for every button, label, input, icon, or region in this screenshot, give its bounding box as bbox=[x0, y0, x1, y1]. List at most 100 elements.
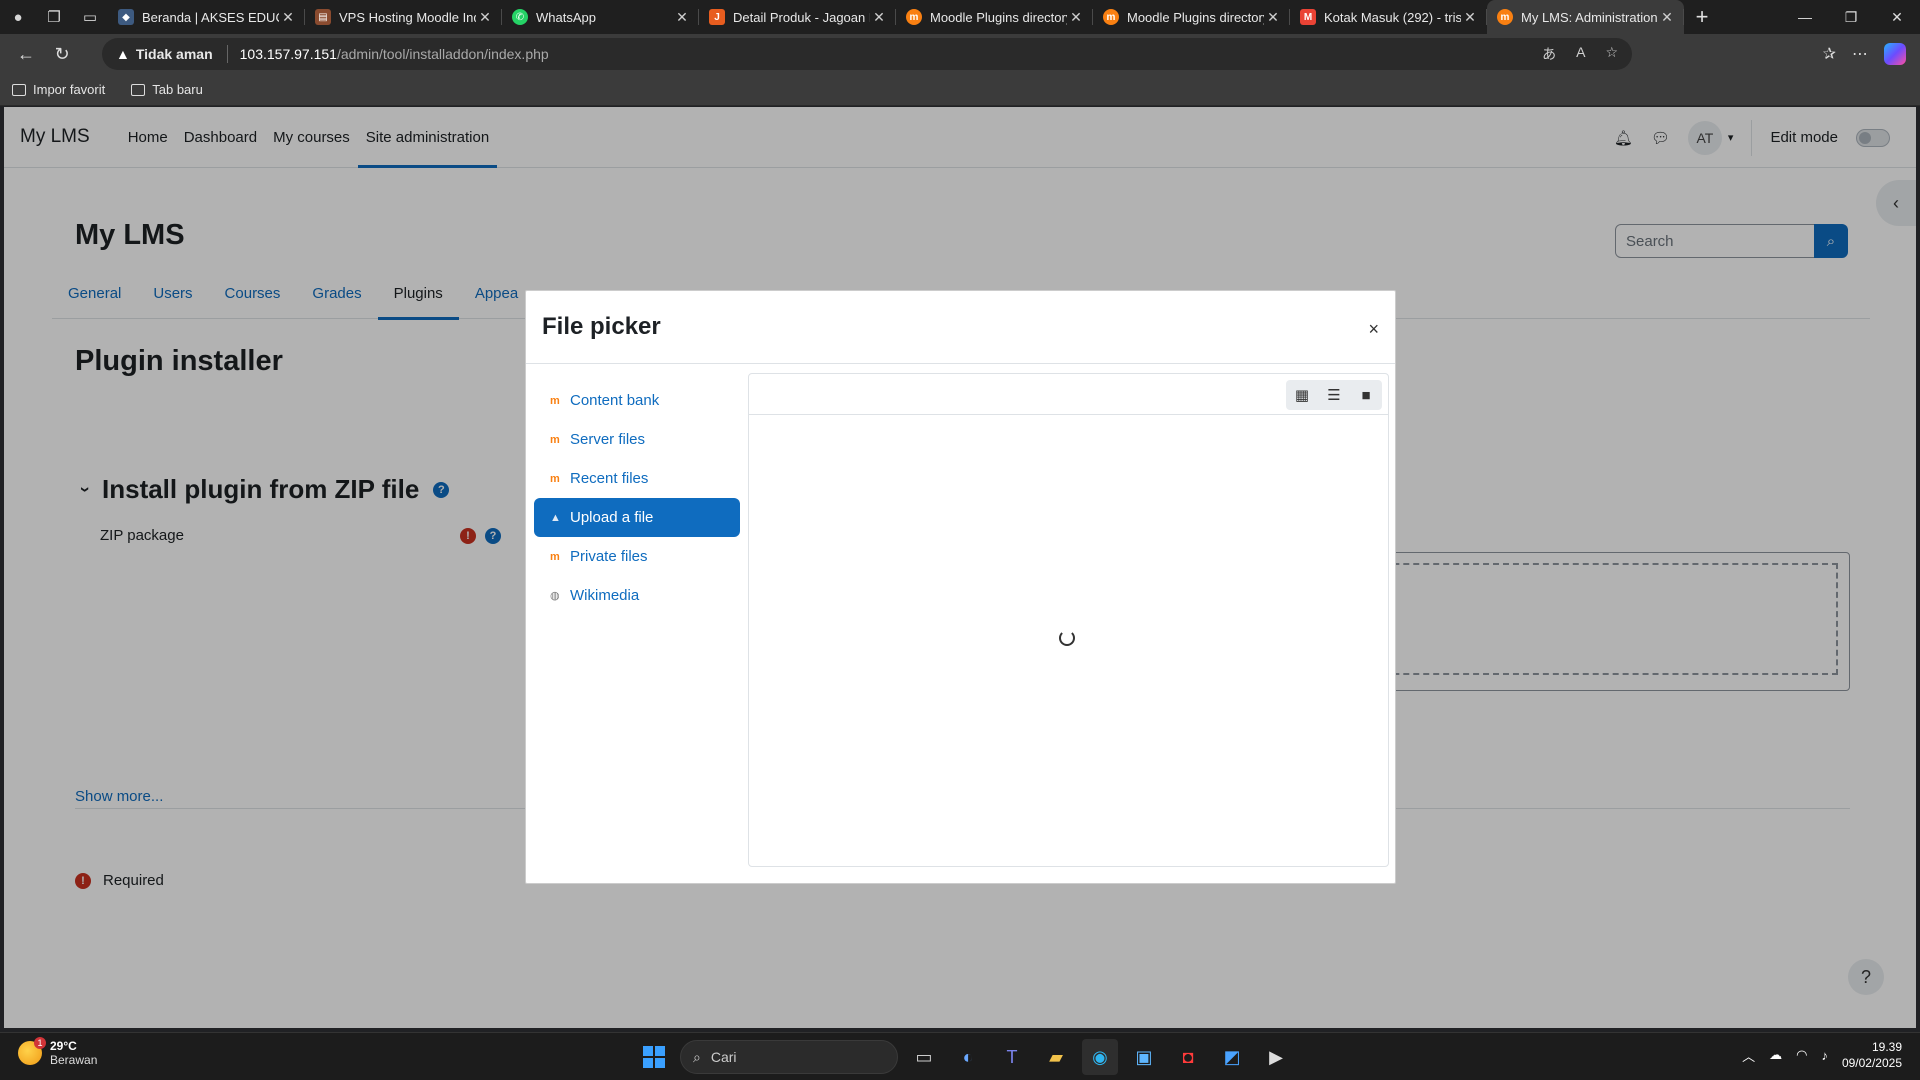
browser-tab-active[interactable]: m My LMS: Administration: ✕ bbox=[1487, 0, 1684, 34]
whatsapp-icon: ✆ bbox=[512, 9, 528, 25]
workspaces-icon[interactable]: ❐ bbox=[36, 0, 72, 34]
file-explorer-icon[interactable]: ▰ bbox=[1038, 1039, 1074, 1075]
moodle-icon: m bbox=[1103, 9, 1119, 25]
moodle-icon: m bbox=[1497, 9, 1513, 25]
copilot-icon[interactable] bbox=[1884, 43, 1906, 65]
tab-title: Moodle Plugins directory bbox=[1127, 9, 1264, 25]
loading-spinner-icon bbox=[1059, 630, 1075, 646]
tab-title: Kotak Masuk (292) - trisu bbox=[1324, 9, 1461, 25]
tab-title: My LMS: Administration: bbox=[1521, 9, 1658, 25]
browser-tab[interactable]: m Moodle Plugins directory ✕ bbox=[896, 0, 1093, 34]
repo-label: Content bank bbox=[570, 392, 660, 409]
tab-title: VPS Hosting Moodle Indo bbox=[339, 9, 476, 25]
address-bar-row: ← ↻ ▲ Tidak aman 103.157.97.151 /admin/t… bbox=[0, 34, 1920, 74]
volume-icon[interactable]: ♪ bbox=[1821, 1048, 1828, 1063]
close-tab-icon[interactable]: ✕ bbox=[1461, 9, 1479, 26]
list-view-icon[interactable]: ☰ bbox=[1318, 380, 1350, 410]
translate-icon[interactable]: あ bbox=[1542, 44, 1556, 64]
new-tab-icon[interactable]: + bbox=[1684, 0, 1720, 34]
modal-header: File picker × bbox=[526, 291, 1395, 364]
upload-icon: ▲ bbox=[550, 511, 561, 524]
repo-label: Server files bbox=[570, 431, 646, 448]
browser-tab[interactable]: J Detail Produk - Jagoan H ✕ bbox=[699, 0, 896, 34]
repo-wikimedia[interactable]: ◍ Wikimedia bbox=[534, 576, 740, 615]
read-aloud-icon[interactable]: A bbox=[1576, 44, 1585, 64]
tab-list: ◆ Beranda | AKSES EDUCATI ✕ ▤ VPS Hostin… bbox=[108, 0, 1684, 34]
close-tab-icon[interactable]: ✕ bbox=[870, 9, 888, 26]
clock-time: 19.39 bbox=[1871, 1040, 1902, 1054]
restore-icon[interactable]: ❐ bbox=[1828, 0, 1874, 34]
content-divider bbox=[749, 414, 1388, 415]
close-window-icon[interactable]: ✕ bbox=[1874, 0, 1920, 34]
favorite-star-icon[interactable]: ☆ bbox=[1605, 44, 1618, 64]
close-tab-icon[interactable]: ✕ bbox=[1067, 9, 1085, 26]
bookmarks-bar: Impor favorit Tab baru bbox=[0, 74, 1920, 106]
terminal-icon[interactable]: ▶ bbox=[1258, 1039, 1294, 1075]
onedrive-icon[interactable]: ☁ bbox=[1769, 1047, 1782, 1063]
edge-browser-icon[interactable]: ◉ bbox=[1082, 1039, 1118, 1075]
back-icon[interactable]: ← bbox=[8, 38, 44, 70]
browser-tab[interactable]: ✆ WhatsApp ✕ bbox=[502, 0, 699, 34]
tab-title: Detail Produk - Jagoan H bbox=[733, 9, 870, 25]
grid-view-icon[interactable]: ▦ bbox=[1286, 380, 1318, 410]
moodle-repo-icon: m bbox=[550, 433, 560, 446]
wikimedia-icon: ◍ bbox=[550, 589, 560, 602]
teams-icon[interactable]: T bbox=[994, 1039, 1030, 1075]
folder-view-icon[interactable]: ■ bbox=[1350, 380, 1382, 410]
bookmark-new-tab[interactable]: Tab baru bbox=[131, 82, 203, 97]
close-tab-icon[interactable]: ✕ bbox=[1658, 9, 1676, 26]
repo-label: Upload a file bbox=[570, 509, 654, 526]
moodle-icon: m bbox=[906, 9, 922, 25]
repo-content-bank[interactable]: m Content bank bbox=[534, 381, 740, 420]
weather-temp: 29°C bbox=[50, 1039, 77, 1053]
browser-tab[interactable]: ◆ Beranda | AKSES EDUCATI ✕ bbox=[108, 0, 305, 34]
repo-upload-a-file[interactable]: ▲ Upload a file bbox=[534, 498, 740, 537]
repo-server-files[interactable]: m Server files bbox=[534, 420, 740, 459]
favorites-icon[interactable]: ✰ bbox=[1823, 44, 1836, 64]
taskbar-search[interactable]: ⌕ Cari bbox=[680, 1040, 898, 1074]
moodle-repo-icon: m bbox=[550, 472, 560, 485]
browser-tab[interactable]: m Moodle Plugins directory ✕ bbox=[1093, 0, 1290, 34]
gmail-icon: M bbox=[1300, 9, 1316, 25]
system-clock[interactable]: 19.39 09/02/2025 bbox=[1842, 1039, 1902, 1071]
microsoft-store-icon[interactable]: ▣ bbox=[1126, 1039, 1162, 1075]
remote-desktop-icon[interactable]: ◩ bbox=[1214, 1039, 1250, 1075]
more-menu-icon[interactable]: ⋯ bbox=[1852, 44, 1868, 64]
view-mode-toolbar: ▦ ☰ ■ bbox=[1286, 380, 1382, 410]
close-tab-icon[interactable]: ✕ bbox=[279, 9, 297, 26]
reload-icon[interactable]: ↻ bbox=[44, 38, 80, 70]
task-view-icon[interactable]: ▭ bbox=[906, 1039, 942, 1075]
url-host: 103.157.97.151 bbox=[239, 46, 337, 62]
tab-title: Moodle Plugins directory bbox=[930, 9, 1067, 25]
weather-desc: Berawan bbox=[50, 1053, 98, 1067]
browser-tab[interactable]: ▤ VPS Hosting Moodle Indo ✕ bbox=[305, 0, 502, 34]
clock-date: 09/02/2025 bbox=[1841, 1056, 1902, 1070]
taskbar-apps: ⌕ Cari ▭ ◐ T ▰ ◉ ▣ ◘ ◩ ▶ bbox=[636, 1039, 1294, 1075]
bookmark-import-favorites[interactable]: Impor favorit bbox=[12, 82, 105, 97]
bookmark-label: Impor favorit bbox=[33, 82, 106, 97]
close-tab-icon[interactable]: ✕ bbox=[673, 9, 691, 26]
moodle-repo-icon: m bbox=[550, 550, 560, 563]
repo-recent-files[interactable]: m Recent files bbox=[534, 459, 740, 498]
weather-cloudy-icon: 1 bbox=[18, 1037, 46, 1065]
wifi-icon[interactable]: ◠ bbox=[1796, 1047, 1807, 1063]
repo-label: Wikimedia bbox=[570, 587, 640, 604]
copilot-app-icon[interactable]: ◐ bbox=[950, 1039, 986, 1075]
close-tab-icon[interactable]: ✕ bbox=[476, 9, 494, 26]
hosting-icon: ▤ bbox=[315, 9, 331, 25]
close-tab-icon[interactable]: ✕ bbox=[1264, 9, 1282, 26]
tab-actions-icon[interactable]: ▭ bbox=[72, 0, 108, 34]
profile-icon[interactable]: ● bbox=[0, 0, 36, 34]
weather-widget[interactable]: 1 29°C Berawan bbox=[18, 1037, 98, 1067]
start-windows-icon[interactable] bbox=[636, 1039, 672, 1075]
notification-badge: 1 bbox=[34, 1037, 46, 1049]
url-bar[interactable]: ▲ Tidak aman 103.157.97.151 /admin/tool/… bbox=[102, 38, 1632, 70]
moodle-repo-icon: m bbox=[550, 394, 560, 407]
minimize-icon[interactable]: — bbox=[1782, 0, 1828, 34]
acrobat-icon[interactable]: ◘ bbox=[1170, 1039, 1206, 1075]
close-icon[interactable]: × bbox=[1368, 319, 1379, 340]
security-status[interactable]: Tidak aman bbox=[136, 46, 213, 62]
repo-private-files[interactable]: m Private files bbox=[534, 537, 740, 576]
chevron-up-icon[interactable]: ︿ bbox=[1742, 1046, 1755, 1065]
browser-tab[interactable]: M Kotak Masuk (292) - trisu ✕ bbox=[1290, 0, 1487, 34]
